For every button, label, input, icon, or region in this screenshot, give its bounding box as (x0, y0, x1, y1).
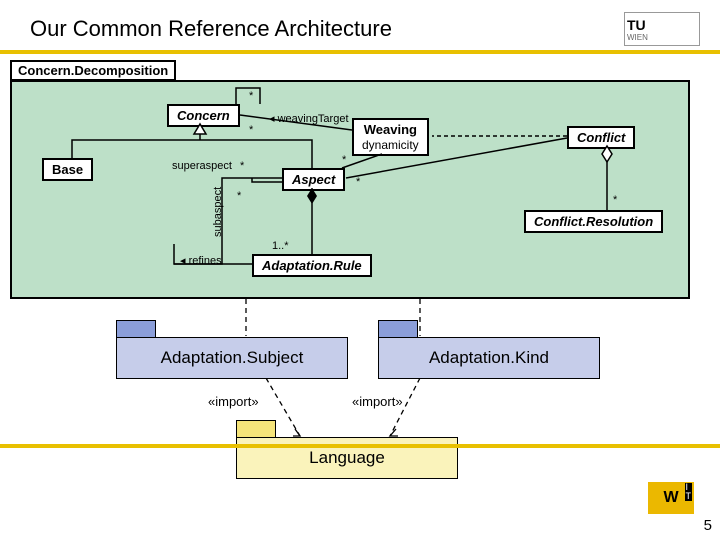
package-language: Language (236, 420, 458, 479)
class-weaving: Weaving dynamicity (352, 118, 429, 156)
class-concern: Concern (167, 104, 240, 127)
footer-rule (0, 444, 720, 448)
mult-aspect-conflict: * (356, 176, 360, 188)
page-title: Our Common Reference Architecture (30, 16, 624, 42)
class-conflict-resolution: Conflict.Resolution (524, 210, 663, 233)
mult-weaving-aspect: * (342, 154, 346, 166)
tu-wien-logo: TU WIEN (624, 12, 700, 46)
package-adaptation-subject: Adaptation.Subject (116, 320, 348, 379)
page-number: 5 (704, 517, 712, 534)
header-rule (0, 50, 720, 54)
wit-logo: W IT (648, 482, 694, 514)
import-label-1: «import» (208, 394, 259, 409)
import-label-2: «import» (352, 394, 403, 409)
label-subaspect: subaspect (212, 187, 224, 237)
mult-subaspect: * (237, 190, 241, 202)
mult-conflict-res: * (613, 194, 617, 206)
concern-decomposition-package: Concern.Decomposition Concern Base Weavi… (10, 80, 690, 299)
mult-weaving-target: * (249, 124, 253, 136)
class-adaptation-rule: Adaptation.Rule (252, 254, 372, 277)
package-label: Concern.Decomposition (10, 60, 176, 81)
mult-rule: 1..* (272, 240, 289, 252)
mult-concern-self: * (249, 90, 253, 102)
label-superaspect: superaspect (172, 160, 232, 172)
class-base: Base (42, 158, 93, 181)
class-aspect: Aspect (282, 168, 345, 191)
package-adaptation-kind: Adaptation.Kind (378, 320, 600, 379)
label-refines: ◂ refines (180, 254, 222, 267)
label-weaving-target: ◂ weavingTarget (269, 112, 349, 125)
mult-superaspect: * (240, 160, 244, 172)
class-conflict: Conflict (567, 126, 635, 149)
